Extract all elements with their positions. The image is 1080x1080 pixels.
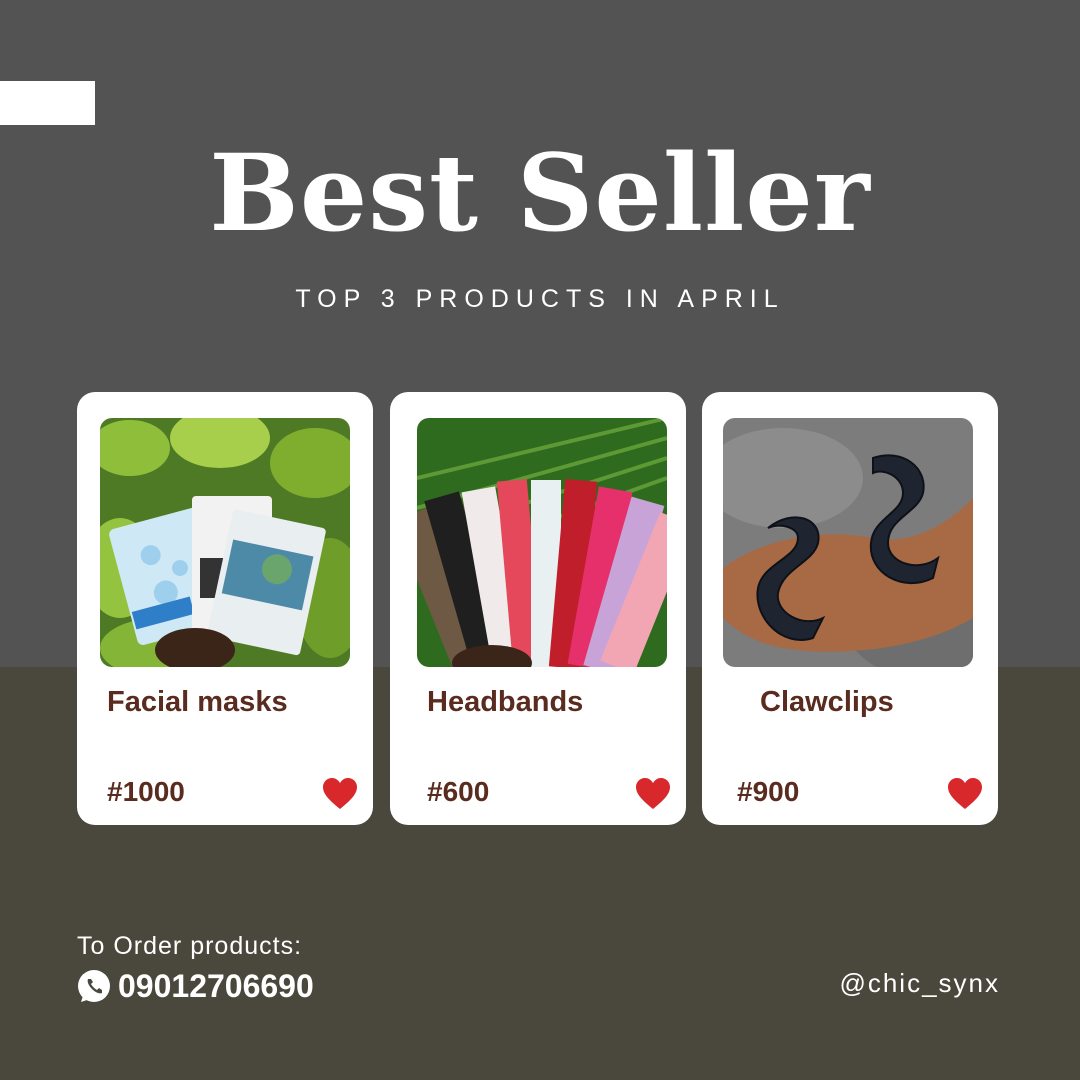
product-name: Clawclips <box>760 686 894 718</box>
product-name: Headbands <box>427 686 584 718</box>
heart-icon[interactable] <box>636 778 670 810</box>
phone-contact[interactable]: 09012706690 <box>76 968 314 1005</box>
product-name: Facial masks <box>107 686 288 718</box>
clawclips-photo <box>723 418 973 667</box>
product-card-facial-masks[interactable]: Facial masks #1000 <box>77 392 373 825</box>
headbands-photo <box>417 418 667 667</box>
product-price: #900 <box>737 776 800 807</box>
whatsapp-icon <box>78 969 110 1002</box>
order-label: To Order products: <box>77 932 303 960</box>
product-card-clawclips[interactable]: Clawclips #900 <box>702 392 998 825</box>
page-subtitle: TOP 3 PRODUCTS IN APRIL <box>295 285 785 313</box>
product-card-headbands[interactable]: Headbands #600 <box>390 392 686 825</box>
corner-accent-bar <box>0 81 95 125</box>
phone-number: 09012706690 <box>118 968 314 1004</box>
heart-icon[interactable] <box>948 778 982 810</box>
heart-icon[interactable] <box>323 778 357 810</box>
facial-masks-photo <box>100 418 350 667</box>
social-handle[interactable]: @chic_synx <box>839 968 1000 999</box>
page-title: Best Seller <box>209 130 871 255</box>
product-price: #1000 <box>107 776 185 807</box>
product-price: #600 <box>427 776 490 807</box>
